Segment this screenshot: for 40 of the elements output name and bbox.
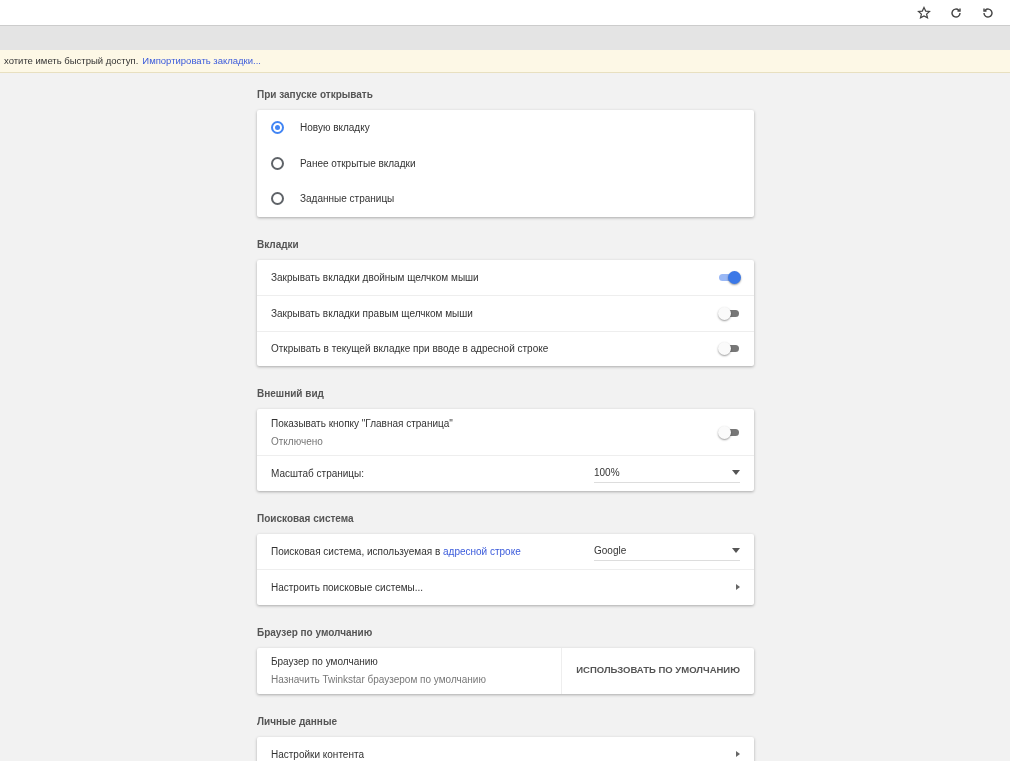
radio-button[interactable] bbox=[271, 121, 284, 135]
section-heading: Браузер по умолчанию bbox=[257, 625, 374, 640]
section-heading: При запуске открывать bbox=[257, 88, 374, 102]
star-icon[interactable] bbox=[917, 5, 931, 20]
setting-label: Настройки контента bbox=[271, 747, 365, 761]
setting-description: Назначить Twinkstar браузером по умолчанию bbox=[271, 673, 487, 687]
radio-button[interactable] bbox=[271, 156, 284, 170]
setting-label: Показывать кнопку "Главная страница" bbox=[271, 416, 454, 431]
setting-label: Закрывать вкладки двойным щелчком мыши bbox=[271, 270, 480, 285]
toggle-switch[interactable] bbox=[718, 270, 740, 284]
setting-description: Отключено bbox=[271, 434, 324, 449]
section-heading: Внешний вид bbox=[257, 387, 325, 401]
section-heading: Личные данные bbox=[257, 714, 338, 729]
radio-label: Заданные страницы bbox=[300, 192, 395, 207]
radio-button[interactable] bbox=[271, 192, 284, 206]
chevron-right-icon[interactable] bbox=[736, 584, 740, 591]
setting-label: Открывать в текущей вкладке при вводе в адресной строке bbox=[271, 342, 550, 357]
radio-label: Ранее открытые вкладки bbox=[300, 156, 416, 171]
section-heading: Поисковая система bbox=[257, 511, 355, 526]
chevron-right-icon[interactable] bbox=[736, 751, 740, 758]
infobar-text: хотите иметь быстрый доступ. bbox=[4, 53, 139, 68]
setting-label: Браузер по умолчанию bbox=[271, 655, 379, 669]
toggle-switch[interactable] bbox=[718, 306, 740, 320]
undo-icon[interactable] bbox=[981, 5, 995, 20]
import-bookmarks-link[interactable]: Импортировать закладки... bbox=[142, 53, 261, 69]
setting-label: Масштаб страницы: bbox=[271, 466, 366, 481]
dropdown[interactable]: Google bbox=[594, 541, 740, 562]
section-heading: Вкладки bbox=[257, 237, 300, 252]
setting-label: Закрывать вкладки правым щелчком мыши bbox=[271, 306, 474, 321]
dropdown-caret-icon bbox=[732, 548, 740, 554]
setting-label: Настроить поисковые системы... bbox=[271, 580, 425, 595]
dropdown-caret-icon bbox=[732, 470, 740, 476]
address-bar-link[interactable]: адресной строке bbox=[443, 545, 521, 557]
setting-label: Поисковая система, используемая в адресной строке bbox=[271, 544, 522, 559]
radio-label: Новую вкладку bbox=[300, 121, 370, 136]
dropdown[interactable]: 100% bbox=[594, 463, 740, 484]
refresh-icon[interactable] bbox=[949, 5, 963, 20]
toggle-switch[interactable] bbox=[718, 425, 740, 439]
set-default-button[interactable]: ИСПОЛЬЗОВАТЬ ПО УМОЛЧАНИЮ bbox=[561, 647, 740, 694]
toggle-switch[interactable] bbox=[718, 342, 740, 356]
